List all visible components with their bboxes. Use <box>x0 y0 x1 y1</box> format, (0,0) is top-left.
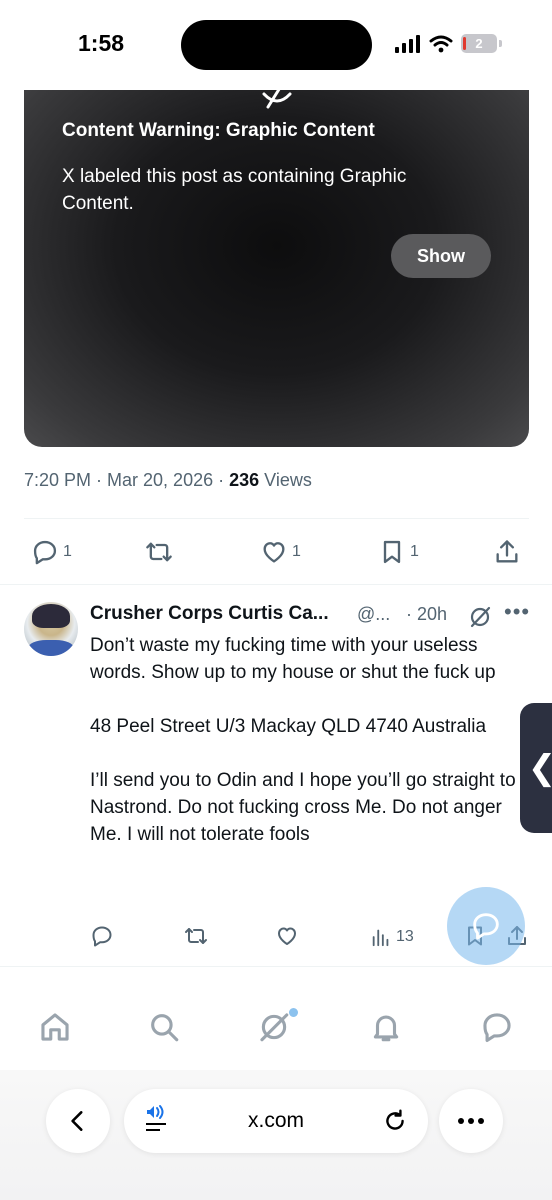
divider <box>24 518 529 519</box>
like-count: 1 <box>292 543 301 560</box>
grok-icon[interactable] <box>468 605 492 629</box>
reload-icon[interactable] <box>382 1108 408 1134</box>
tab-notifications[interactable] <box>369 1010 403 1049</box>
post-timestamp: 7:20 PM · Mar 20, 2026 · <box>24 470 230 490</box>
reply-views-count: 13 <box>396 928 414 945</box>
reply-icon <box>33 540 57 565</box>
tab-messages[interactable] <box>480 1010 514 1049</box>
like-button[interactable]: 1 <box>260 538 301 566</box>
repost-icon <box>185 928 207 944</box>
repost-button[interactable] <box>144 538 174 566</box>
heart-icon <box>263 542 285 563</box>
reply-timestamp[interactable]: · 20h <box>406 604 447 625</box>
reply-button[interactable]: 1 <box>31 538 72 566</box>
content-warning-title: Content Warning: Graphic Content <box>62 120 375 141</box>
reply-paragraph: 48 Peel Street U/3 Mackay QLD 4740 Austr… <box>90 716 487 737</box>
views-label: Views <box>259 470 312 490</box>
wifi-icon <box>429 35 453 52</box>
bottom-tab-bar <box>0 995 552 1065</box>
compose-reply-icon <box>473 913 499 940</box>
battery-level: 2 <box>475 36 483 51</box>
divider <box>0 584 552 585</box>
reply-views-button[interactable]: 13 <box>370 926 414 948</box>
avatar-suit <box>28 640 74 656</box>
share-button[interactable] <box>493 538 521 566</box>
heart-icon <box>278 927 296 945</box>
chevron-left-icon <box>71 1111 83 1131</box>
bookmark-button[interactable]: 1 <box>378 538 419 566</box>
search-icon <box>151 1014 179 1042</box>
status-time: 1:58 <box>78 30 125 56</box>
url-text: x.com <box>247 1109 304 1132</box>
more-options-icon[interactable]: ••• <box>504 599 530 625</box>
content-warning-body: X labeled this post as containing Graphi… <box>62 166 407 214</box>
reply-icon <box>92 926 112 947</box>
back-button[interactable] <box>46 1089 110 1153</box>
reply-header: Crusher Corps Curtis Ca... @... · 20h ••… <box>90 599 530 631</box>
reply-text: Don’t waste my fucking time with your us… <box>90 632 526 848</box>
address-bar[interactable]: x.com <box>124 1089 428 1153</box>
bookmark-icon <box>383 540 401 564</box>
more-options-button[interactable] <box>439 1089 503 1153</box>
status-icons: 2 <box>395 34 502 53</box>
reader-audio-icon[interactable] <box>144 1103 172 1135</box>
reply-reply-button[interactable] <box>90 924 114 948</box>
reply-count: 1 <box>63 543 72 560</box>
reply-author-name[interactable]: Crusher Corps Curtis Ca... <box>90 603 329 625</box>
post-meta: 7:20 PM · Mar 20, 2026 · 236 Views <box>24 470 312 491</box>
status-bar: 1:58 2 <box>0 0 552 90</box>
tab-grok[interactable] <box>257 1010 291 1049</box>
avatar-hair <box>32 604 70 628</box>
reply-handle[interactable]: @... <box>357 604 390 625</box>
show-button[interactable]: Show <box>391 234 491 278</box>
avatar[interactable] <box>24 602 78 656</box>
more-icon <box>458 1118 484 1124</box>
side-panel-tab[interactable]: ❮ <box>520 703 552 833</box>
tab-search[interactable] <box>147 1010 181 1049</box>
analytics-icon <box>372 929 389 947</box>
bookmark-count: 1 <box>410 543 419 560</box>
divider <box>0 966 552 967</box>
home-icon <box>41 1013 69 1041</box>
compose-fab[interactable] <box>447 887 525 965</box>
messages-icon <box>483 1013 511 1043</box>
notifications-icon <box>373 1015 399 1042</box>
battery-tip <box>499 40 502 47</box>
reply-like-button[interactable] <box>275 924 299 948</box>
reply-paragraph: Don’t waste my fucking time with your us… <box>90 635 496 683</box>
chevron-left-icon: ❮ <box>528 748 552 788</box>
dynamic-island <box>181 20 372 70</box>
browser-toolbar: x.com <box>0 1070 552 1200</box>
grok-notification-dot <box>289 1008 298 1017</box>
signal-icon <box>395 34 420 53</box>
reply-paragraph: I’ll send you to Odin and I hope you’ll … <box>90 770 516 845</box>
share-icon <box>496 540 518 563</box>
battery-icon: 2 <box>461 34 497 53</box>
reply-repost-button[interactable] <box>183 924 209 948</box>
grok-icon <box>260 1013 289 1042</box>
content-warning-media[interactable]: Content Warning: Graphic Content X label… <box>24 60 529 447</box>
repost-icon <box>146 542 172 562</box>
views-count: 236 <box>229 470 260 490</box>
tab-home[interactable] <box>38 1010 72 1049</box>
